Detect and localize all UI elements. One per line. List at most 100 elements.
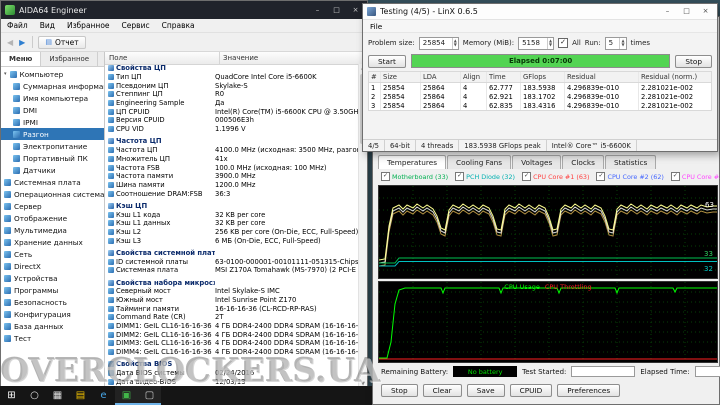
stability-button[interactable]: Preferences xyxy=(557,384,621,397)
sidebar-item[interactable]: Безопасность xyxy=(1,296,104,308)
table-row[interactable]: Соотношение DRAM:FSB 36:3 xyxy=(105,189,359,198)
spinner-arrows-icon[interactable]: ▲ ▼ xyxy=(451,37,458,49)
sidebar-item[interactable]: Мультимедиа xyxy=(1,224,104,236)
sidebar-item[interactable]: Сеть xyxy=(1,248,104,260)
table-row[interactable]: CPU VID 1.1996 V xyxy=(105,125,359,134)
maximize-icon[interactable]: □ xyxy=(679,4,694,19)
legend-checkbox[interactable]: ✓ xyxy=(670,172,680,181)
table-row[interactable]: Свойства набора микросхем xyxy=(105,278,359,287)
sensor-tab[interactable]: Statistics xyxy=(604,155,657,169)
sidebar-item[interactable]: База данных xyxy=(1,320,104,332)
stability-button[interactable]: Stop xyxy=(381,384,418,397)
table-row[interactable]: Кэш L3 6 МБ (On-Die, ECC, Full-Speed) xyxy=(105,236,359,245)
sidebar-item[interactable]: Хранение данных xyxy=(1,236,104,248)
report-button[interactable]: ▤ Отчет xyxy=(38,35,86,49)
back-arrow-icon[interactable]: ◀ xyxy=(5,38,15,47)
table-row[interactable]: Кэш ЦП xyxy=(105,202,359,211)
sidebar-item[interactable]: Имя компьютера xyxy=(1,92,104,104)
table-row[interactable]: DIMM3: GeIL CL16-16-16-36 4 ГБ DDR4-2400… xyxy=(105,339,359,348)
linx-titlebar[interactable]: Testing (4/5) - LinX 0.6.5 – □ × xyxy=(363,4,717,20)
sidebar-item[interactable]: Суммарная информация xyxy=(1,80,104,92)
sensor-tab[interactable]: Temperatures xyxy=(378,155,447,169)
table-row[interactable]: Псевдоним ЦП Skylake-S xyxy=(105,81,359,90)
table-row[interactable]: Command Rate (CR) 2T xyxy=(105,313,359,322)
sidebar-item[interactable]: Электропитание xyxy=(1,140,104,152)
sidebar-item[interactable]: Отображение xyxy=(1,212,104,224)
all-checkbox[interactable]: ✓ xyxy=(558,38,569,48)
table-row[interactable]: Множитель ЦП 41x xyxy=(105,154,359,163)
sidebar-item[interactable]: DirectX xyxy=(1,260,104,272)
legend-checkbox[interactable]: ✓ xyxy=(522,172,532,181)
spinner-arrows-icon[interactable]: ▲ ▼ xyxy=(547,37,553,49)
sensor-tab[interactable]: Cooling Fans xyxy=(447,155,512,169)
table-row[interactable]: Кэш L1 данных 32 KB per core xyxy=(105,219,359,228)
minimize-icon[interactable]: – xyxy=(310,1,325,19)
close-icon[interactable]: × xyxy=(348,1,363,19)
table-row[interactable]: Шина памяти 1200.0 MHz xyxy=(105,181,359,190)
legend-checkbox[interactable]: ✓ xyxy=(596,172,606,181)
table-row[interactable]: Северный мост Intel Skylake-S IMC xyxy=(105,287,359,296)
sidebar-item[interactable]: Компьютер xyxy=(1,68,104,80)
close-icon[interactable]: × xyxy=(698,4,713,19)
menu-item[interactable]: Избранное xyxy=(61,21,116,30)
memory-spinner[interactable]: 5158 ▲ ▼ xyxy=(518,36,555,50)
menu-item[interactable]: Справка xyxy=(156,21,201,30)
sidebar-item[interactable]: Датчики xyxy=(1,164,104,176)
sensor-legend-item[interactable]: ✓ PCH Diode (32) xyxy=(455,172,515,181)
table-row[interactable]: ЦП CPUID Intel(R) Core(TM) i5-6600K CPU … xyxy=(105,107,359,116)
table-row[interactable]: Частота ЦП 4100.0 MHz (исходная: 3500 MH… xyxy=(105,146,359,155)
table-row[interactable]: Частота памяти 3900.0 MHz xyxy=(105,172,359,181)
sidebar-item[interactable]: Программы xyxy=(1,284,104,296)
sidebar-item[interactable]: Разгон xyxy=(1,128,104,140)
maximize-icon[interactable]: □ xyxy=(329,1,344,19)
sensor-tab[interactable]: Voltages xyxy=(512,155,562,169)
sidebar-item[interactable]: Сервер xyxy=(1,200,104,212)
table-row[interactable]: Engineering Sample Да xyxy=(105,99,359,108)
forward-arrow-icon[interactable]: ▶ xyxy=(17,38,27,47)
table-row[interactable]: DIMM1: GeIL CL16-16-16-36 4 ГБ DDR4-2400… xyxy=(105,322,359,331)
minimize-icon[interactable]: – xyxy=(660,4,675,19)
result-row[interactable]: 3 25854 25864 4 62.835 183.4316 4.296839… xyxy=(369,101,711,110)
table-row[interactable]: Кэш L1 кода 32 KB per core xyxy=(105,210,359,219)
table-row[interactable]: Степпинг ЦП R0 xyxy=(105,90,359,99)
result-row[interactable]: 1 25854 25864 4 62.777 183.5938 4.296839… xyxy=(369,83,711,92)
sidebar-tab[interactable]: Избранное xyxy=(41,52,99,66)
sensor-tab[interactable]: Clocks xyxy=(562,155,604,169)
sidebar-tab[interactable]: Меню xyxy=(1,52,42,66)
run-spinner[interactable]: 5 ▲ ▼ xyxy=(604,36,627,50)
table-row[interactable]: Частота ЦП xyxy=(105,137,359,146)
sensor-legend-item[interactable]: ✓ Motherboard (33) xyxy=(381,172,448,181)
sidebar-item[interactable]: Системная плата xyxy=(1,176,104,188)
sidebar-item[interactable]: DMI xyxy=(1,104,104,116)
sidebar-item[interactable]: Портативный ПК xyxy=(1,152,104,164)
legend-checkbox[interactable]: ✓ xyxy=(455,172,465,181)
menu-item[interactable]: Вид xyxy=(34,21,61,30)
sensor-legend-item[interactable]: ✓ CPU Core #2 (62) xyxy=(596,172,664,181)
sidebar-item[interactable]: Операционная система xyxy=(1,188,104,200)
menu-item[interactable]: Сервис xyxy=(116,21,156,30)
aida64-titlebar[interactable]: AIDA64 Engineer – □ × xyxy=(1,1,367,19)
table-row[interactable]: Кэш L2 256 KB per core (On-Die, ECC, Ful… xyxy=(105,228,359,237)
spinner-arrows-icon[interactable]: ▲ ▼ xyxy=(619,37,625,49)
stability-button[interactable]: Save xyxy=(466,384,505,397)
stop-button[interactable]: Stop xyxy=(675,54,712,68)
sidebar-item[interactable]: Устройства xyxy=(1,272,104,284)
menu-item[interactable]: File xyxy=(363,22,389,31)
menu-item[interactable]: Файл xyxy=(1,21,34,30)
table-row[interactable]: Тайминги памяти 16-16-16-36 (CL-RCD-RP-R… xyxy=(105,304,359,313)
legend-checkbox[interactable]: ✓ xyxy=(381,172,390,181)
problem-size-spinner[interactable]: 25854 ▲ ▼ xyxy=(418,36,459,50)
table-row[interactable]: Свойства системной платы xyxy=(105,249,359,258)
table-row[interactable]: Свойства ЦП xyxy=(105,64,359,73)
start-button[interactable]: Start xyxy=(368,54,406,68)
table-row[interactable]: ID системной платы 63-0100-000001-001011… xyxy=(105,257,359,266)
sidebar-item[interactable]: Тест xyxy=(1,332,104,344)
result-row[interactable]: 2 25854 25864 4 62.921 183.1702 4.296839… xyxy=(369,92,711,101)
table-row[interactable]: Тип ЦП QuadCore Intel Core i5-6600K xyxy=(105,73,359,82)
table-row[interactable]: Версия CPUID 000506E3h xyxy=(105,116,359,125)
sidebar-item[interactable]: IPMI xyxy=(1,116,104,128)
stability-button[interactable]: CPUID xyxy=(509,384,553,397)
sensor-legend-item[interactable]: ✓ CPU Core #1 (63) xyxy=(522,172,589,181)
table-row[interactable]: Системная плата MSI Z170A Tomahawk (MS-7… xyxy=(105,266,359,275)
sensor-legend-item[interactable]: ✓ CPU Core #3 (61) xyxy=(670,172,720,181)
